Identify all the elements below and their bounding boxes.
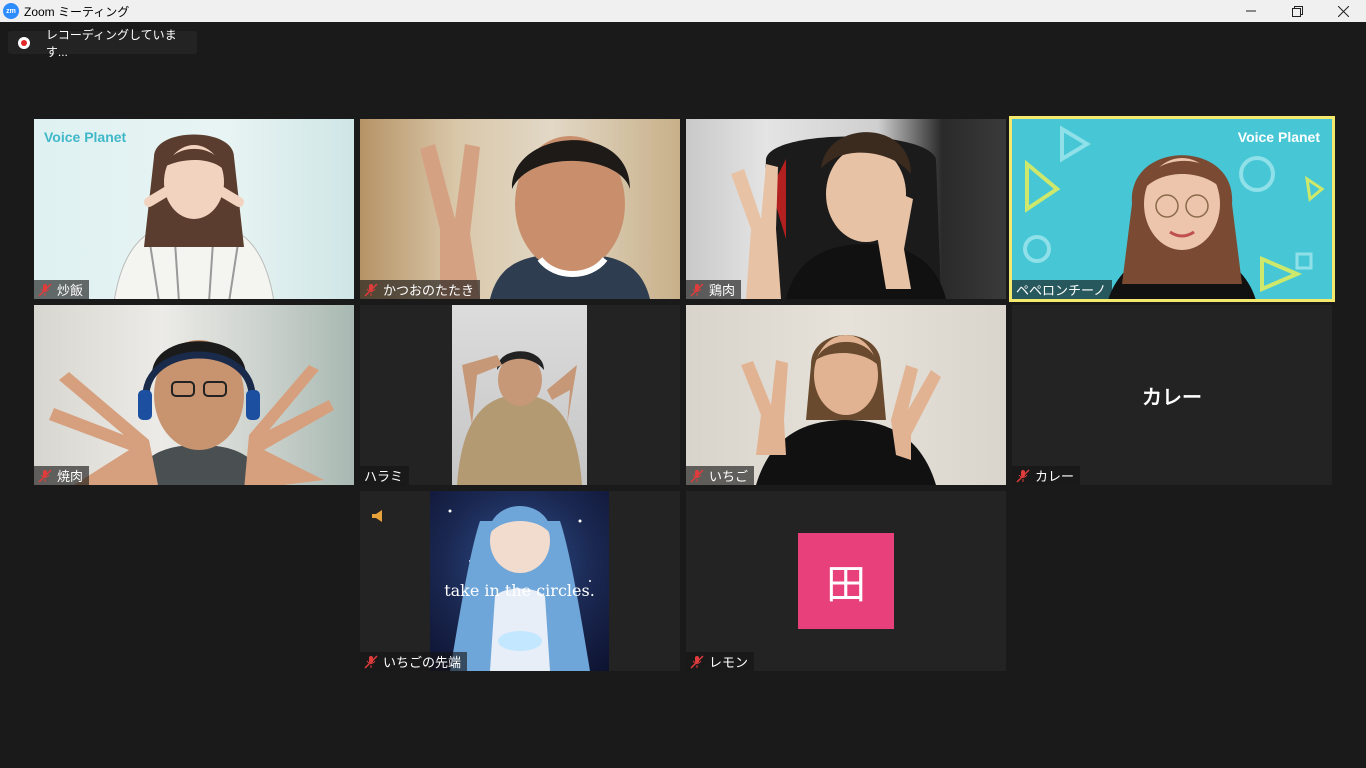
mic-muted-icon (690, 468, 704, 483)
participant-name: ハラミ (364, 469, 404, 484)
participant-name: カレー (1035, 469, 1075, 484)
participant-tile[interactable]: いちご (686, 305, 1006, 485)
recording-indicator[interactable]: レコーディングしています... (8, 28, 197, 59)
participant-tile-active-speaker[interactable]: Voice Planet ペペロンチーノ (1009, 116, 1335, 302)
participant-figure (731, 132, 946, 299)
participant-tile[interactable]: take in the circles. いちごの先端 (360, 491, 680, 671)
portrait-video-frame (452, 305, 587, 485)
participant-tile[interactable]: Voice Planet 炒飯 (34, 119, 354, 299)
participant-figure (420, 136, 650, 299)
participant-tile[interactable]: 焼肉 (34, 305, 354, 485)
participant-name: レモン (709, 655, 749, 670)
window-controls (1228, 0, 1366, 22)
participant-tile[interactable]: ハラミ (360, 305, 680, 485)
zoom-app-icon: zm (3, 3, 19, 19)
participant-name: 炒飯 (57, 283, 84, 298)
participant-tile-video-off[interactable]: 田 レモン (686, 491, 1006, 671)
participant-name: かつおのたたき (383, 283, 475, 298)
participant-name: いちご (709, 469, 749, 484)
participant-figure (49, 340, 334, 485)
participant-name-tag: レモン (686, 652, 755, 671)
participant-video (686, 119, 1006, 299)
participant-figure (457, 351, 582, 485)
shared-artwork: take in the circles. (430, 491, 609, 671)
mic-muted-icon (1016, 468, 1030, 483)
participant-name-tag: いちご (686, 466, 755, 485)
participant-video (686, 305, 1006, 485)
participant-name: 鶏肉 (709, 283, 736, 298)
participant-name-tag: 鶏肉 (686, 280, 742, 299)
minimize-icon (1246, 10, 1256, 12)
artwork-caption: take in the circles. (444, 581, 595, 600)
participant-tile[interactable]: かつおのたたき (360, 119, 680, 299)
mic-muted-icon (364, 654, 378, 669)
mic-muted-icon (690, 282, 704, 297)
participant-avatar: 田 (798, 533, 894, 629)
participant-name-tag: ハラミ (360, 466, 410, 485)
window-titlebar: zm Zoom ミーティング (0, 0, 1366, 22)
participant-video (34, 305, 354, 485)
participant-video: Voice Planet (34, 119, 354, 299)
participant-name: 焼肉 (57, 469, 84, 484)
mic-muted-icon (690, 654, 704, 669)
participant-center-name: カレー (1142, 386, 1202, 409)
participant-name-tag: 炒飯 (34, 280, 90, 299)
participant-video (360, 119, 680, 299)
participant-name-tag: ペペロンチーノ (1012, 280, 1113, 299)
participant-name: ペペロンチーノ (1016, 283, 1107, 298)
participant-name-tag: いちごの先端 (360, 652, 468, 671)
mic-muted-icon (38, 468, 52, 483)
participant-tile-video-off[interactable]: カレー カレー (1012, 305, 1332, 485)
audio-share-icon (372, 510, 382, 522)
participant-figure (114, 134, 274, 299)
restore-button[interactable] (1274, 0, 1320, 22)
participant-name-tag: かつおのたたき (360, 280, 481, 299)
close-button[interactable] (1320, 0, 1366, 22)
close-icon (1337, 5, 1349, 17)
participant-video (360, 305, 680, 485)
recording-status-text: レコーディングしています... (45, 27, 177, 59)
participant-figure (1108, 155, 1256, 299)
window-title: Zoom ミーティング (24, 4, 130, 19)
recording-dot-icon (18, 36, 30, 49)
participant-name-tag: 焼肉 (34, 466, 90, 485)
participant-tile[interactable]: 鶏肉 (686, 119, 1006, 299)
minimize-button[interactable] (1228, 0, 1274, 22)
restore-icon (1291, 5, 1303, 17)
participant-figure (741, 335, 941, 485)
participant-video: Voice Planet (1012, 119, 1332, 299)
mic-muted-icon (38, 282, 52, 297)
mic-muted-icon (364, 282, 378, 297)
participant-name: いちごの先端 (383, 655, 462, 670)
participant-name-tag: カレー (1012, 466, 1081, 485)
